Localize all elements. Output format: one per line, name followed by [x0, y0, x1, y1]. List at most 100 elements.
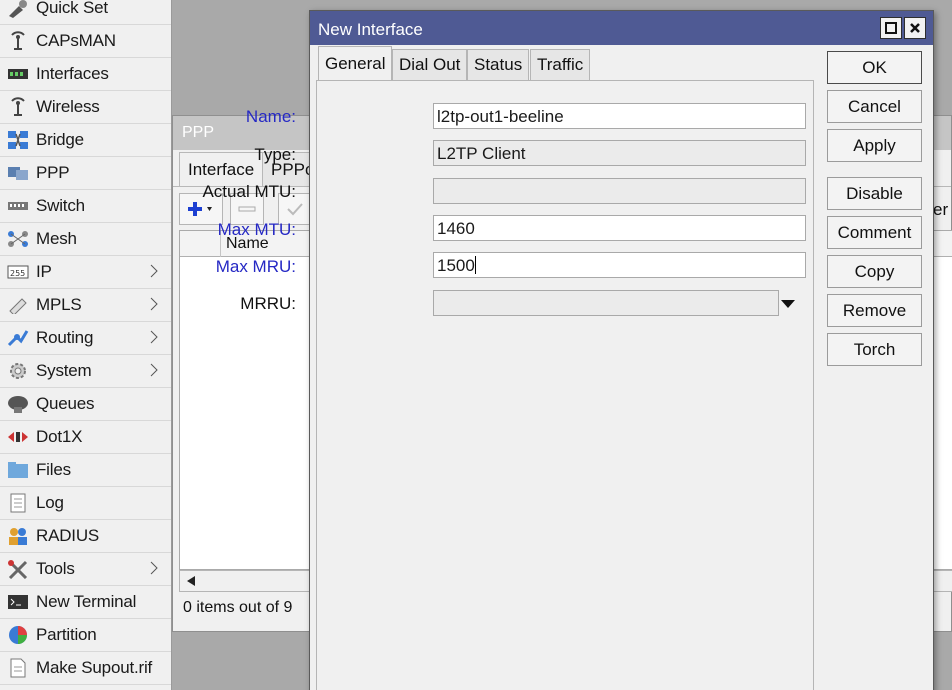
max-mru-input[interactable]: 1500	[433, 252, 806, 278]
name-input[interactable]: l2tp-out1-beeline	[433, 103, 806, 129]
menu-item-files[interactable]: Files	[0, 454, 171, 487]
actual-mtu-field	[433, 178, 806, 204]
comment-button[interactable]: Comment	[827, 216, 922, 249]
actual-mtu-label: Actual MTU:	[202, 182, 296, 201]
copy-button[interactable]: Copy	[827, 255, 922, 288]
menu-item-wireless[interactable]: Wireless	[0, 91, 171, 124]
interfaces-icon	[6, 63, 30, 85]
menu-label: IP	[36, 262, 52, 281]
quick-set-icon	[6, 0, 30, 19]
menu-item-routing[interactable]: Routing	[0, 322, 171, 355]
routing-icon	[6, 327, 30, 349]
menu-item-tools[interactable]: Tools	[0, 553, 171, 586]
tab-dial-out[interactable]: Dial Out	[392, 49, 468, 80]
menu-label: Routing	[36, 328, 94, 347]
torch-button[interactable]: Torch	[827, 333, 922, 366]
menu-label: RADIUS	[36, 526, 100, 545]
menu-item-capsman[interactable]: CAPsMAN	[0, 25, 171, 58]
menu-item-make-supout[interactable]: Make Supout.rif	[0, 652, 171, 685]
gear-icon	[6, 360, 30, 382]
add-icon	[188, 202, 212, 216]
menu-item-interfaces[interactable]: Interfaces	[0, 58, 171, 91]
general-tab-panel: Name: l2tp-out1-beeline Type: L2TP Clien…	[202, 80, 814, 690]
menu-item-new-terminal[interactable]: New Terminal	[0, 586, 171, 619]
menu-item-partition[interactable]: Partition	[0, 619, 171, 652]
menu-label: Log	[36, 493, 64, 512]
menu-label: Make Supout.rif	[36, 658, 153, 677]
queues-icon	[6, 393, 30, 415]
maximize-button[interactable]	[880, 17, 902, 39]
tab-interface[interactable]: Interface	[179, 152, 264, 186]
antenna-icon	[6, 96, 30, 118]
submenu-arrow-icon	[150, 264, 158, 278]
dialog-titlebar[interactable]: New Interface	[310, 11, 933, 45]
menu-item-ip[interactable]: 255 IP	[0, 256, 171, 289]
document-icon	[6, 657, 30, 679]
ip-icon: 255	[6, 261, 30, 283]
antenna-icon	[6, 30, 30, 52]
menu-item-queues[interactable]: Queues	[0, 388, 171, 421]
tab-traffic[interactable]: Traffic	[530, 49, 591, 80]
menu-label: CAPsMAN	[36, 31, 116, 50]
scroll-left-arrow-icon[interactable]	[184, 574, 198, 588]
bridge-icon	[6, 129, 30, 151]
status-item-count: 0 items out of 9	[183, 599, 293, 616]
radius-icon	[6, 525, 30, 547]
name-label: Name:	[245, 107, 296, 126]
max-mtu-input[interactable]: 1460	[433, 215, 806, 241]
submenu-arrow-icon	[150, 363, 158, 377]
menu-label: Queues	[36, 394, 95, 413]
dropdown-arrow-icon[interactable]	[780, 299, 796, 309]
menu-label: Tools	[36, 559, 75, 578]
mpls-icon	[6, 294, 30, 316]
disable-button[interactable]: Disable	[827, 177, 922, 210]
menu-label: Files	[36, 460, 71, 479]
menu-item-mpls[interactable]: MPLS	[0, 289, 171, 322]
apply-button[interactable]: Apply	[827, 129, 922, 162]
type-field: L2TP Client	[433, 140, 806, 166]
tools-icon	[6, 558, 30, 580]
menu-label: System	[36, 361, 92, 380]
minus-icon	[238, 206, 256, 212]
menu-item-switch[interactable]: Switch	[0, 190, 171, 223]
mesh-icon	[6, 228, 30, 250]
close-button[interactable]	[904, 17, 926, 39]
menu-label: Quick Set	[36, 0, 108, 17]
menu-item-ppp[interactable]: PPP	[0, 157, 171, 190]
tab-general[interactable]: General	[318, 46, 393, 81]
mrru-label: MRRU:	[240, 294, 296, 313]
close-icon	[910, 23, 920, 33]
text-caret	[474, 256, 476, 274]
submenu-arrow-icon	[150, 561, 158, 575]
menu-item-dot1x[interactable]: Dot1X	[0, 421, 171, 454]
column-fragment: er	[933, 200, 949, 219]
tab-status[interactable]: Status	[467, 49, 530, 80]
menu-label: Interfaces	[36, 64, 109, 83]
menu-label: Dot1X	[36, 427, 83, 446]
switch-icon	[6, 195, 30, 217]
menu-label: PPP	[36, 163, 70, 182]
menu-item-bridge[interactable]: Bridge	[0, 124, 171, 157]
menu-label: New Terminal	[36, 592, 137, 611]
folder-icon	[6, 459, 30, 481]
mrru-field	[433, 290, 779, 316]
log-icon	[6, 492, 30, 514]
menu-item-system[interactable]: System	[0, 355, 171, 388]
ok-button[interactable]: OK	[827, 51, 922, 84]
maximize-icon	[885, 22, 897, 34]
menu-item-radius[interactable]: RADIUS	[0, 520, 171, 553]
cancel-button[interactable]: Cancel	[827, 90, 922, 123]
menu-item-log[interactable]: Log	[0, 487, 171, 520]
max-mru-label: Max MRU:	[215, 257, 296, 276]
main-menu-sidebar: Quick Set CAPsMAN Interfaces Wireless Br…	[0, 0, 172, 690]
max-mru-value: 1500	[437, 256, 475, 275]
max-mtu-label: Max MTU:	[217, 220, 296, 239]
submenu-arrow-icon	[150, 297, 158, 311]
menu-label: MPLS	[36, 295, 82, 314]
menu-item-quick-set[interactable]: Quick Set	[0, 0, 171, 25]
dialog-title: New Interface	[318, 20, 423, 39]
check-icon	[287, 203, 303, 216]
terminal-icon	[6, 591, 30, 613]
menu-item-mesh[interactable]: Mesh	[0, 223, 171, 256]
remove-button[interactable]: Remove	[827, 294, 922, 327]
